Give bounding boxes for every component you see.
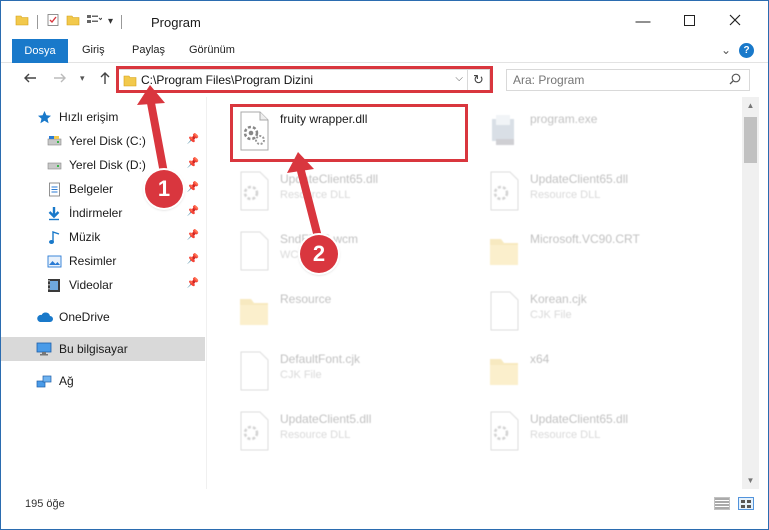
arrow-to-file-head: [287, 152, 314, 173]
callout-arrows: [137, 85, 323, 245]
arrow-to-file: [297, 167, 323, 245]
arrow-to-address-bar: [147, 99, 168, 177]
callout-badge-1: 1: [145, 170, 183, 208]
arrow-to-address-bar-head: [137, 85, 165, 105]
callout-badge-2: 2: [300, 235, 338, 273]
explorer-window: ▾ Program — Dosya Giriş Paylaş Görünüm ⌄…: [0, 0, 769, 530]
